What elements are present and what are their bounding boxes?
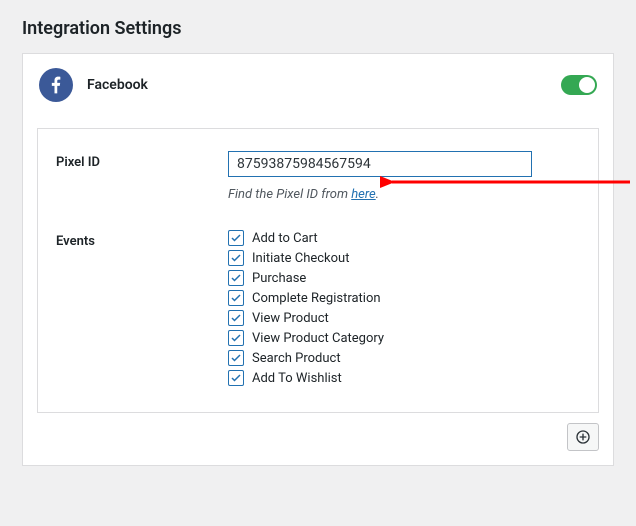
check-icon xyxy=(230,312,242,324)
event-item: Purchase xyxy=(228,270,580,286)
event-item: Search Product xyxy=(228,350,580,366)
event-label: View Product Category xyxy=(252,331,384,346)
integration-card: Facebook Pixel ID Find the Pixel ID from… xyxy=(22,53,614,466)
event-item: Add to Cart xyxy=(228,230,580,246)
events-list: Add to Cart Initiate Checkout Purchase Comp… xyxy=(228,230,580,386)
events-label: Events xyxy=(56,230,228,249)
event-item: Add To Wishlist xyxy=(228,370,580,386)
check-icon xyxy=(230,292,242,304)
event-label: Purchase xyxy=(252,271,306,286)
check-icon xyxy=(230,252,242,264)
event-checkbox[interactable] xyxy=(228,270,244,286)
event-checkbox[interactable] xyxy=(228,290,244,306)
event-checkbox[interactable] xyxy=(228,250,244,266)
event-item: Complete Registration xyxy=(228,290,580,306)
pixel-id-input[interactable] xyxy=(228,151,532,177)
event-item: Initiate Checkout xyxy=(228,250,580,266)
check-icon xyxy=(230,232,242,244)
plus-circle-icon xyxy=(575,429,591,445)
check-icon xyxy=(230,332,242,344)
pixel-id-help-link[interactable]: here xyxy=(351,187,375,202)
settings-panel: Pixel ID Find the Pixel ID from here. Ev… xyxy=(37,128,599,413)
pixel-id-row: Pixel ID Find the Pixel ID from here. xyxy=(56,151,580,202)
event-label: Add To Wishlist xyxy=(252,371,342,386)
page-title: Integration Settings xyxy=(22,18,614,39)
event-label: View Product xyxy=(252,311,329,326)
event-checkbox[interactable] xyxy=(228,370,244,386)
pixel-id-hint: Find the Pixel ID from here. xyxy=(228,187,580,202)
integration-brand: Facebook xyxy=(39,68,148,102)
integration-header: Facebook xyxy=(37,66,599,104)
event-item: View Product Category xyxy=(228,330,580,346)
event-checkbox[interactable] xyxy=(228,230,244,246)
event-item: View Product xyxy=(228,310,580,326)
check-icon xyxy=(230,272,242,284)
event-label: Initiate Checkout xyxy=(252,251,349,266)
event-label: Complete Registration xyxy=(252,291,381,306)
event-checkbox[interactable] xyxy=(228,310,244,326)
hint-text: Find the Pixel ID from xyxy=(228,187,351,202)
check-icon xyxy=(230,372,242,384)
integration-toggle[interactable] xyxy=(561,75,597,95)
hint-suffix: . xyxy=(376,187,379,202)
integration-name: Facebook xyxy=(87,77,148,93)
facebook-icon xyxy=(39,68,73,102)
add-integration-button[interactable] xyxy=(567,423,599,451)
event-label: Search Product xyxy=(252,351,341,366)
events-row: Events Add to Cart Initiate Checkout Purch… xyxy=(56,230,580,390)
event-label: Add to Cart xyxy=(252,231,318,246)
pixel-id-label: Pixel ID xyxy=(56,151,228,170)
event-checkbox[interactable] xyxy=(228,330,244,346)
event-checkbox[interactable] xyxy=(228,350,244,366)
check-icon xyxy=(230,352,242,364)
